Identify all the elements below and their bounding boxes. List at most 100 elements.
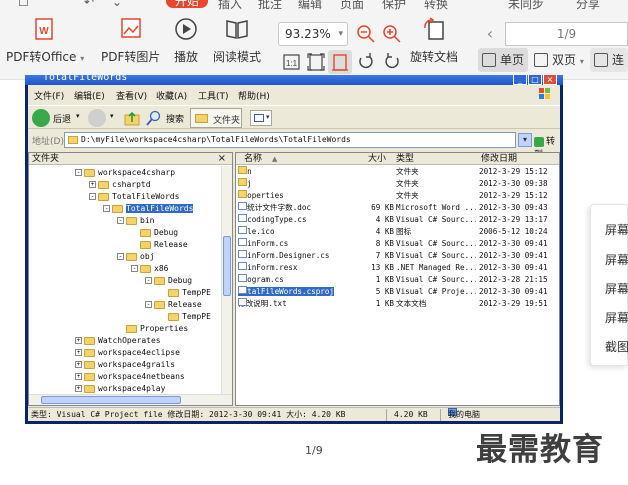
tree-item[interactable]: TempPE	[159, 287, 211, 299]
expand-icon[interactable]: +	[75, 361, 82, 368]
side-menu-item-screenshot[interactable]: 截图	[605, 338, 628, 355]
minimize-icon[interactable]: _	[513, 75, 527, 85]
address-dropdown-icon[interactable]: ▾	[518, 133, 532, 147]
expand-icon[interactable]: +	[75, 373, 82, 380]
column-size[interactable]: 大小	[368, 153, 386, 165]
search-icon[interactable]	[146, 110, 162, 126]
column-name[interactable]: 名称	[244, 153, 262, 165]
file-row[interactable]: C#统计文件字数.doc 69 KB Microsoft Word ... 2012-…	[236, 202, 559, 214]
folders-button[interactable]: 文件夹	[190, 108, 242, 128]
page-number-input[interactable]: 1/9	[505, 22, 628, 46]
collapse-icon[interactable]: -	[131, 265, 138, 272]
chevron-down-icon[interactable]: ⌄	[112, 0, 122, 9]
file-row[interactable]: 修改说明.txt 1 KB 文本文档 2012-3-29 19:51	[236, 298, 559, 310]
zoom-in-icon[interactable]	[382, 24, 402, 44]
single-page-button[interactable]: 单页	[478, 48, 529, 72]
rotate-document-button[interactable]: 旋转文档	[410, 16, 458, 65]
tab-annotate[interactable]: 批注	[258, 0, 282, 10]
file-row[interactable]: bin 文件夹 2012-3-29 15:12	[236, 166, 559, 178]
tree-item[interactable]: - x86	[131, 263, 168, 275]
undo-icon[interactable]: ↶	[84, 0, 94, 9]
side-menu-item[interactable]: 屏幕	[605, 309, 628, 326]
tree-item[interactable]: + workspace4netbeans	[75, 371, 185, 383]
expand-icon[interactable]: +	[75, 349, 82, 356]
file-row[interactable]: MainForm.resx 13 KB .NET Managed Re... 2012…	[236, 262, 559, 274]
fit-width-button[interactable]	[328, 50, 352, 74]
menu-edit[interactable]: 编辑(E)	[74, 89, 105, 102]
tree-item[interactable]: Properties	[117, 323, 188, 335]
back-arrow-icon[interactable]	[32, 109, 50, 127]
file-row[interactable]: Program.cs 1 KB Visual C# Sourc... 2012-3-2…	[236, 274, 559, 286]
collapse-icon[interactable]: -	[145, 277, 152, 284]
menu-file[interactable]: 文件(F)	[34, 89, 64, 102]
tree-vertical-scrollbar[interactable]	[221, 166, 232, 394]
side-menu-item[interactable]: 屏幕	[605, 221, 628, 238]
collapse-icon[interactable]: -	[89, 193, 96, 200]
double-page-button[interactable]: 双页 ▾	[530, 48, 588, 72]
column-date[interactable]: 修改日期	[481, 153, 517, 165]
zoom-select[interactable]: 93.23% ▾	[278, 22, 348, 46]
tab-insert[interactable]: 插入	[218, 0, 242, 10]
previous-page-icon[interactable]: ‹	[478, 24, 502, 44]
close-icon[interactable]: ×	[218, 153, 226, 165]
forward-arrow-icon[interactable]	[88, 109, 106, 127]
tree-item[interactable]: - Release	[145, 299, 202, 311]
menu-tools[interactable]: 工具(T)	[198, 89, 229, 102]
scroll-thumb[interactable]	[41, 396, 181, 404]
rotate-right-icon[interactable]	[382, 52, 402, 72]
maximize-icon[interactable]: □	[528, 75, 542, 85]
back-label[interactable]: 后退	[53, 112, 71, 125]
menu-favorites[interactable]: 收藏(A)	[156, 89, 187, 102]
tree-horizontal-scrollbar[interactable]	[29, 394, 232, 405]
file-row[interactable]: obj 文件夹 2012-3-30 09:38	[236, 178, 559, 190]
side-menu-item[interactable]: 屏幕	[605, 251, 628, 268]
tab-page[interactable]: 页面	[340, 0, 364, 10]
tab-convert[interactable]: 转换	[424, 0, 448, 10]
tree-item[interactable]: - Debug	[145, 275, 192, 287]
sync-status[interactable]: 未同步	[508, 0, 544, 10]
zoom-out-icon[interactable]	[356, 24, 376, 44]
file-row[interactable]: file.ico 4 KB 图标 2006-5-12 10:24	[236, 226, 559, 238]
close-icon[interactable]: ×	[543, 75, 557, 85]
search-button[interactable]: 搜索	[166, 112, 184, 125]
tree-item[interactable]: Release	[131, 239, 188, 251]
tree-item[interactable]: + workspace4eclipse	[75, 347, 180, 359]
collapse-icon[interactable]: -	[145, 301, 152, 308]
chevron-down-icon[interactable]: ▾	[110, 112, 114, 120]
collapse-icon[interactable]: -	[117, 253, 124, 260]
file-row[interactable]: EncodingType.cs 4 KB Visual C# Sourc... 201…	[236, 214, 559, 226]
expand-icon[interactable]: +	[75, 337, 82, 344]
tree-item[interactable]: - TotalFileWords	[103, 203, 194, 215]
file-row[interactable]: Properties 文件夹 2012-3-29 15:12	[236, 190, 559, 202]
tab-protect[interactable]: 保护	[382, 0, 406, 10]
file-row[interactable]: MainForm.Designer.cs 7 KB Visual C# Sourc.…	[236, 250, 559, 262]
collapse-icon[interactable]: -	[117, 217, 124, 224]
tree-item[interactable]: - bin	[117, 215, 154, 227]
tree-item[interactable]: - TotalFileWords	[89, 191, 179, 203]
pdf-to-office-button[interactable]: W PDF转Office ▾	[6, 16, 84, 65]
continuous-button[interactable]: 连	[590, 48, 628, 72]
file-icon[interactable]: ☐	[18, 0, 29, 9]
read-mode-button[interactable]: 阅读模式	[213, 16, 261, 65]
address-input[interactable]: D:\myFile\workspace4csharp\TotalFileWord…	[64, 132, 516, 148]
collapse-icon[interactable]: -	[103, 205, 110, 212]
tree-item[interactable]: + workspace4grails	[75, 359, 175, 371]
tree-item[interactable]: + csharptd	[89, 179, 151, 191]
menu-help[interactable]: 帮助(H)	[238, 89, 270, 102]
expand-icon[interactable]: +	[89, 181, 96, 188]
rotate-left-icon[interactable]	[356, 52, 376, 72]
tree-item[interactable]: Debug	[131, 227, 178, 239]
side-menu-item[interactable]: 屏幕	[605, 280, 628, 297]
tree-item[interactable]: - workspace4csharp	[75, 167, 175, 179]
expand-icon[interactable]: +	[75, 385, 82, 392]
tree-item[interactable]: - obj	[117, 251, 154, 263]
views-button[interactable]: ▾	[250, 110, 272, 126]
tab-start[interactable]: 开始	[166, 0, 208, 8]
pdf-to-image-button[interactable]: PDF转图片	[101, 16, 160, 65]
menu-view[interactable]: 查看(V)	[116, 89, 147, 102]
column-type[interactable]: 类型	[396, 153, 414, 165]
tree-item[interactable]: TempPE	[159, 311, 211, 323]
file-row[interactable]: MainForm.cs 8 KB Visual C# Sourc... 2012-3-…	[236, 238, 559, 250]
up-folder-icon[interactable]	[124, 110, 140, 126]
chevron-down-icon[interactable]: ▾	[76, 112, 80, 120]
